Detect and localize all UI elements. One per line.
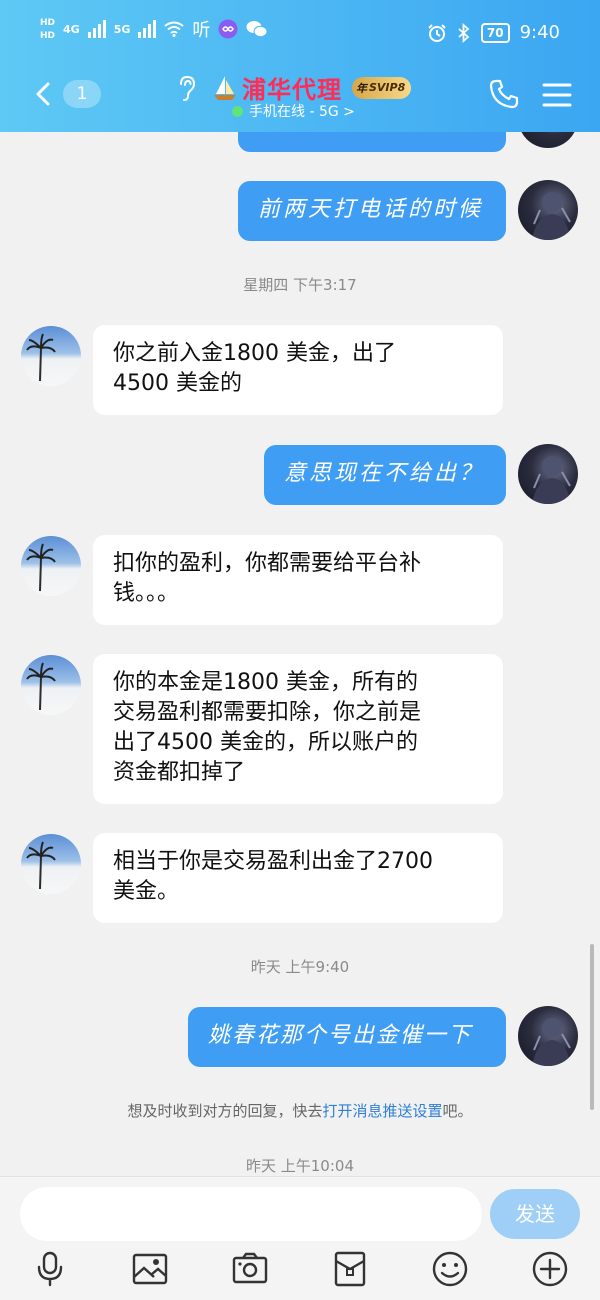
timestamp: 星期四 下午3:17 — [243, 276, 357, 294]
status-bar-left: HD HD 4G 5G 听 — [40, 16, 268, 42]
message-line: 美金。 — [113, 879, 180, 904]
wechat-icon — [246, 21, 268, 38]
my-avatar[interactable] — [518, 180, 578, 240]
back-button[interactable] — [30, 80, 58, 108]
hd-indicator: HD HD — [40, 18, 55, 41]
svip-level-label: SVIP8 — [369, 81, 406, 94]
contact-avatar[interactable] — [21, 326, 81, 386]
my-avatar[interactable] — [518, 132, 578, 148]
hd-label-top: HD — [40, 17, 56, 28]
status-bar-right: 70 9:40 — [427, 22, 560, 43]
chat-header: HD HD 4G 5G 听 70 9:40 1 浦华代理 年 SVIP8 手机在… — [0, 0, 600, 132]
message-line: 你的本金是1800 美金，所有的 — [113, 670, 418, 695]
message-line: 交易盈利都需要扣除，你之前是 — [113, 700, 422, 725]
avatar-image — [532, 456, 571, 504]
phone-call-icon[interactable] — [488, 78, 520, 110]
message-line: 你之前入金1800 美金，出了 — [113, 341, 396, 366]
message-bubble-incoming[interactable]: 相当于你是交易盈利出金了2700 美金。 — [93, 833, 503, 923]
emoji-icon[interactable] — [430, 1249, 470, 1289]
sailboat-icon — [214, 75, 236, 100]
scrollbar[interactable] — [590, 944, 594, 1110]
network-type-2: 5G — [113, 22, 131, 36]
message-bubble-outgoing[interactable]: 姚春花那个号出金催一下 — [188, 1007, 506, 1067]
palm-tree-icon — [26, 841, 56, 890]
input-bar: 发送 — [0, 1176, 600, 1300]
contact-avatar[interactable] — [21, 834, 81, 894]
contact-name: 浦华代理 — [242, 76, 342, 104]
my-avatar[interactable] — [518, 1006, 578, 1066]
clock: 9:40 — [519, 22, 560, 43]
status-bar: HD HD 4G 5G 听 70 9:40 — [0, 0, 600, 66]
network-type-1: 4G — [63, 22, 80, 36]
open-push-settings-link[interactable]: 打开消息推送设置 — [322, 1102, 442, 1120]
palm-tree-icon — [26, 543, 56, 592]
svip-badge: 年 SVIP8 — [352, 76, 412, 99]
timestamp: 昨天 上午10:04 — [246, 1157, 354, 1175]
unread-count-badge[interactable]: 1 — [63, 80, 101, 108]
menu-icon[interactable] — [542, 82, 572, 108]
avatar-image — [532, 192, 571, 240]
wifi-icon — [164, 21, 185, 37]
svip-year-label: 年 — [356, 81, 367, 95]
message-bubble-outgoing[interactable]: 意思现在不给出？ — [264, 445, 506, 505]
message-line: 相当于你是交易盈利出金了2700 — [113, 849, 433, 874]
battery-indicator: 70 — [480, 22, 510, 43]
microphone-icon[interactable] — [30, 1249, 70, 1289]
message-bubble-incoming[interactable]: 你之前入金1800 美金，出了 4500 美金的 — [93, 325, 503, 415]
message-bubble-outgoing[interactable]: 前两天打电话的时候 — [238, 181, 506, 241]
avatar-image — [532, 1018, 571, 1066]
message-input[interactable] — [20, 1187, 482, 1241]
palm-tree-icon — [26, 333, 56, 382]
message-line: 扣你的盈利，你都需要给平台补 — [113, 551, 422, 576]
listen-indicator: 听 — [192, 20, 211, 41]
message-line: 钱。。。 — [113, 581, 180, 606]
online-dot-icon — [232, 105, 243, 117]
send-button[interactable]: 发送 — [490, 1189, 580, 1239]
red-packet-icon[interactable] — [330, 1249, 370, 1289]
signal-icon — [87, 20, 106, 38]
notice-text-end: 吧。 — [442, 1102, 473, 1120]
image-icon[interactable] — [130, 1249, 170, 1289]
palm-tree-icon — [26, 662, 56, 711]
message-bubble-partial[interactable] — [238, 132, 506, 152]
infinity-app-icon — [218, 19, 238, 39]
timestamp: 昨天 上午9:40 — [250, 958, 350, 976]
message-line: 出了4500 美金的，所以账户的 — [113, 730, 418, 755]
message-line: 4500 美金的 — [113, 371, 242, 396]
contact-title-row[interactable]: 浦华代理 年 SVIP8 — [212, 70, 412, 105]
my-avatar[interactable] — [518, 444, 578, 504]
push-settings-notice: 想及时收到对方的回复，快去打开消息推送设置吧。 — [0, 1100, 600, 1121]
online-status-text: 手机在线 - 5G > — [249, 104, 355, 120]
online-status[interactable]: 手机在线 - 5G > — [232, 101, 355, 121]
message-bubble-incoming[interactable]: 扣你的盈利，你都需要给平台补 钱。。。 — [93, 535, 503, 625]
contact-avatar[interactable] — [21, 536, 81, 596]
plus-icon[interactable] — [530, 1249, 570, 1289]
signal-icon-2 — [138, 20, 157, 38]
bluetooth-icon — [458, 22, 470, 43]
hd-label-bottom: HD — [40, 30, 56, 41]
contact-avatar[interactable] — [21, 655, 81, 715]
message-bubble-incoming[interactable]: 你的本金是1800 美金，所有的 交易盈利都需要扣除，你之前是 出了4500 美… — [93, 654, 503, 804]
ear-icon — [180, 75, 196, 101]
message-list[interactable]: 前两天打电话的时候 星期四 下午3:17 你之前入金1800 美金，出了 450… — [0, 132, 600, 1176]
camera-icon[interactable] — [230, 1249, 270, 1289]
notice-text: 想及时收到对方的回复，快去 — [127, 1102, 323, 1120]
message-line: 资金都扣掉了 — [113, 760, 246, 785]
alarm-icon — [428, 23, 446, 42]
